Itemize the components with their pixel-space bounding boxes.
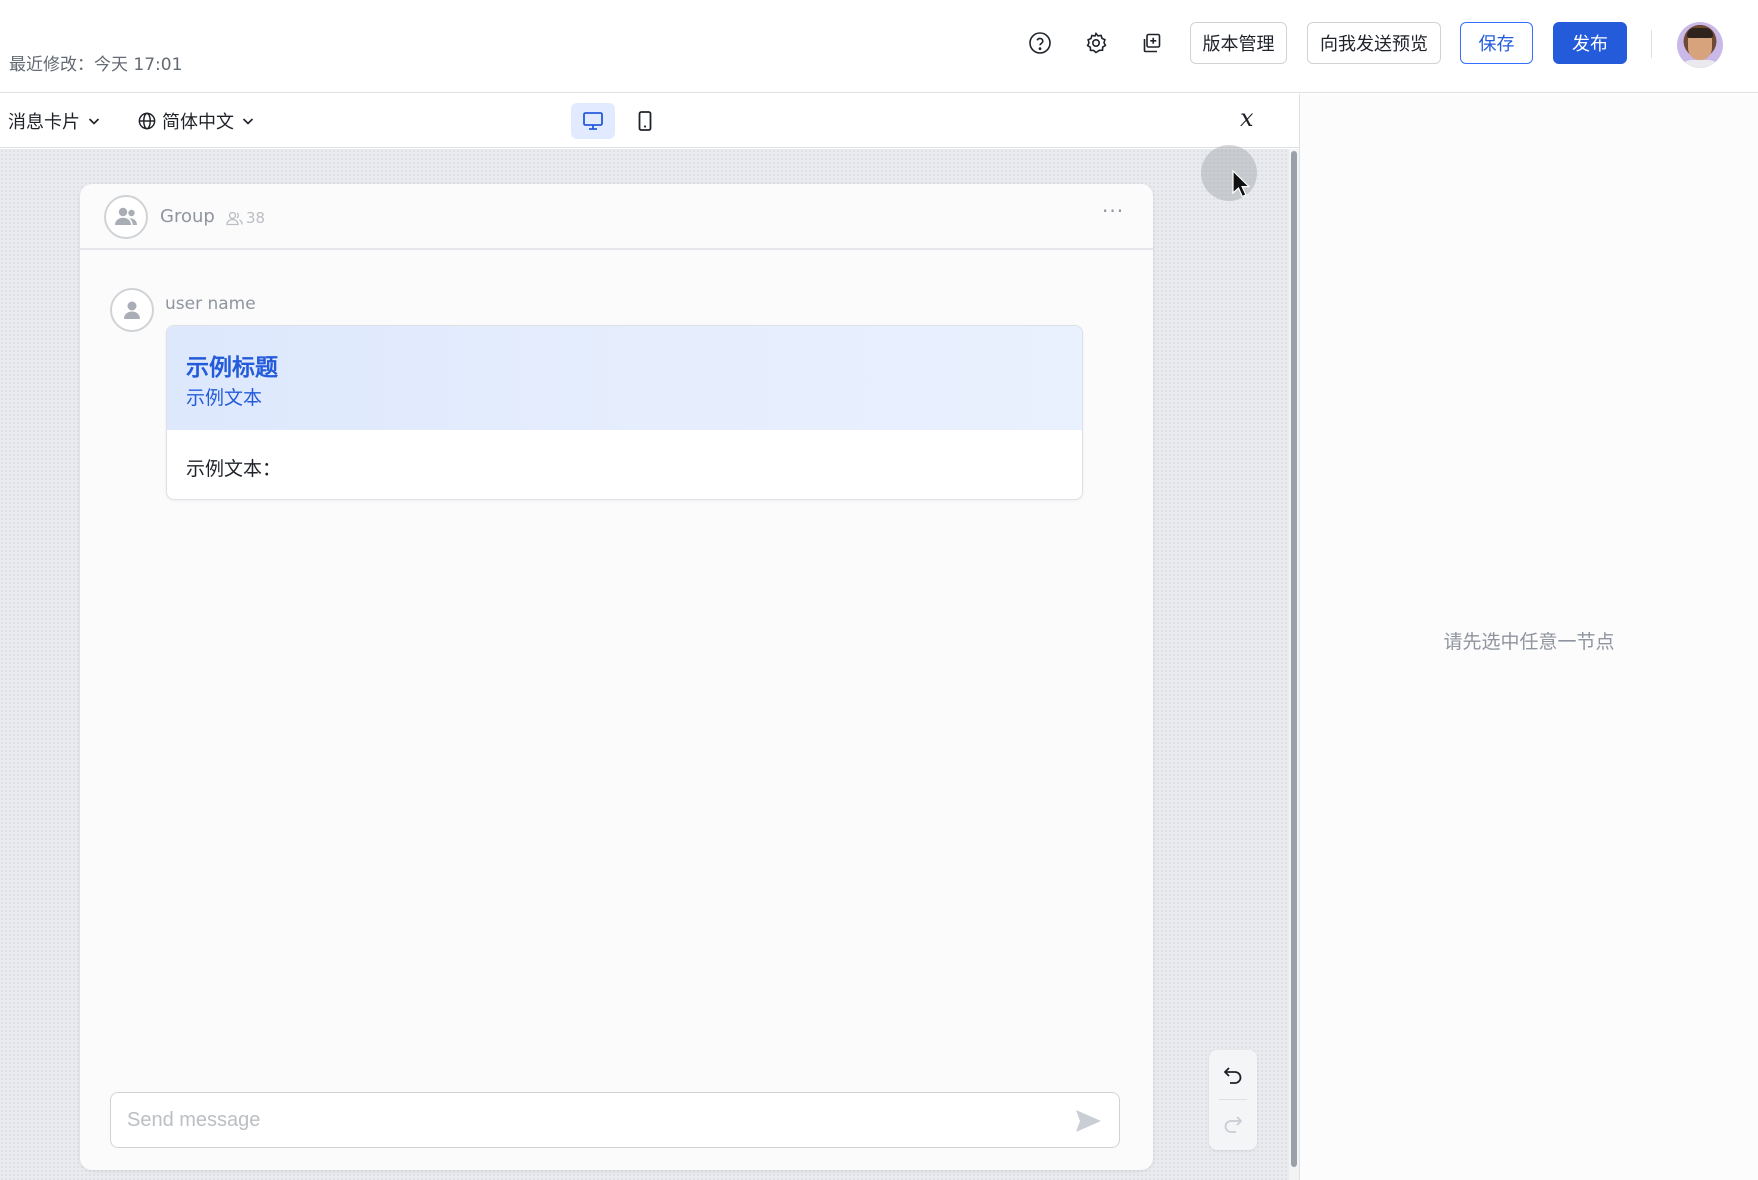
sender-avatar bbox=[110, 288, 154, 332]
undo-icon[interactable] bbox=[1221, 1063, 1245, 1087]
empty-selection-hint: 请先选中任意一节点 bbox=[1443, 631, 1615, 653]
scrollbar-thumb[interactable] bbox=[1291, 151, 1297, 1167]
card-title[interactable]: 示例标题 bbox=[186, 348, 278, 382]
card-body-text[interactable]: 示例文本： bbox=[186, 454, 281, 481]
sender-name: user name bbox=[165, 294, 256, 314]
editor-toolbar: 消息卡片 简体中文 𝑥 bbox=[0, 94, 1300, 148]
group-icon bbox=[115, 207, 137, 225]
settings-icon bbox=[1086, 31, 1107, 54]
send-preview-button[interactable]: 向我发送预览 bbox=[1307, 22, 1441, 64]
settings-button[interactable] bbox=[1080, 27, 1112, 59]
chat-preview-window: Group 38 ··· user name 示例标题 示例文本 示例文本： bbox=[80, 184, 1153, 1170]
header-divider bbox=[1651, 30, 1652, 58]
redo-icon[interactable] bbox=[1221, 1112, 1245, 1136]
card-type-label: 消息卡片 bbox=[8, 112, 80, 133]
card-header[interactable]: 示例标题 示例文本 bbox=[167, 326, 1082, 430]
language-label: 简体中文 bbox=[162, 112, 234, 133]
member-count: 38 bbox=[226, 209, 265, 227]
card-subtitle[interactable]: 示例文本 bbox=[186, 383, 262, 410]
last-modified-text: 最近修改：今天 17:01 bbox=[9, 55, 183, 75]
variable-button[interactable]: 𝑥 bbox=[1240, 104, 1254, 132]
chat-header: Group 38 ··· bbox=[80, 184, 1153, 250]
top-header: 最近修改：今天 17:01 版本管理 向我发送预览 保存 发布 bbox=[0, 0, 1758, 93]
chevron-down-icon bbox=[242, 118, 254, 125]
message-input-box bbox=[110, 1092, 1120, 1148]
publish-button[interactable]: 发布 bbox=[1553, 22, 1627, 64]
send-icon[interactable] bbox=[1073, 1106, 1103, 1136]
help-button[interactable] bbox=[1024, 27, 1056, 59]
mobile-view-button[interactable] bbox=[623, 103, 667, 139]
undo-redo-divider bbox=[1219, 1099, 1247, 1100]
canvas-scrollbar[interactable] bbox=[1289, 149, 1299, 1180]
copy-button[interactable] bbox=[1135, 27, 1167, 59]
member-count-value: 38 bbox=[246, 209, 266, 227]
card-type-dropdown[interactable]: 消息卡片 bbox=[8, 108, 102, 134]
chevron-down-icon bbox=[88, 118, 100, 125]
desktop-icon bbox=[583, 112, 603, 130]
person-icon bbox=[124, 301, 140, 319]
message-input[interactable] bbox=[127, 1105, 1027, 1135]
user-avatar[interactable] bbox=[1677, 22, 1723, 68]
group-avatar bbox=[104, 195, 148, 239]
save-button[interactable]: 保存 bbox=[1460, 22, 1533, 64]
mobile-icon bbox=[638, 111, 652, 131]
members-icon bbox=[226, 211, 243, 225]
undo-redo-panel bbox=[1209, 1050, 1257, 1150]
copy-icon bbox=[1143, 33, 1161, 53]
group-name: Group bbox=[160, 206, 215, 227]
more-options-button[interactable]: ··· bbox=[1102, 199, 1124, 223]
properties-panel: 请先选中任意一节点 bbox=[1300, 94, 1758, 1180]
globe-icon bbox=[138, 112, 156, 130]
version-management-button[interactable]: 版本管理 bbox=[1190, 22, 1287, 64]
mouse-cursor-icon bbox=[1232, 170, 1250, 198]
desktop-view-button[interactable] bbox=[571, 103, 615, 139]
language-dropdown[interactable]: 简体中文 bbox=[138, 108, 256, 134]
help-icon bbox=[1029, 32, 1051, 54]
message-card[interactable]: 示例标题 示例文本 示例文本： bbox=[166, 325, 1083, 500]
